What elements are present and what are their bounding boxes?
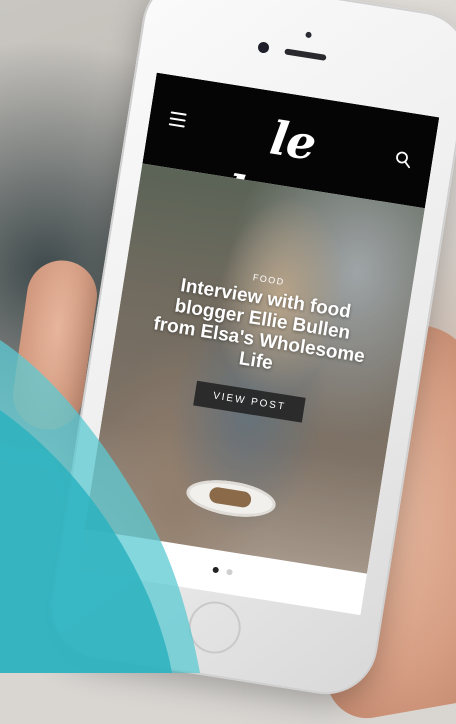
- carousel-dot-active[interactable]: [212, 566, 219, 574]
- hamburger-menu-icon[interactable]: [168, 111, 187, 128]
- search-icon[interactable]: [393, 149, 414, 170]
- carousel-dot[interactable]: [226, 568, 234, 576]
- hero-image: FOOD Interview with food blogger Ellie B…: [84, 163, 425, 574]
